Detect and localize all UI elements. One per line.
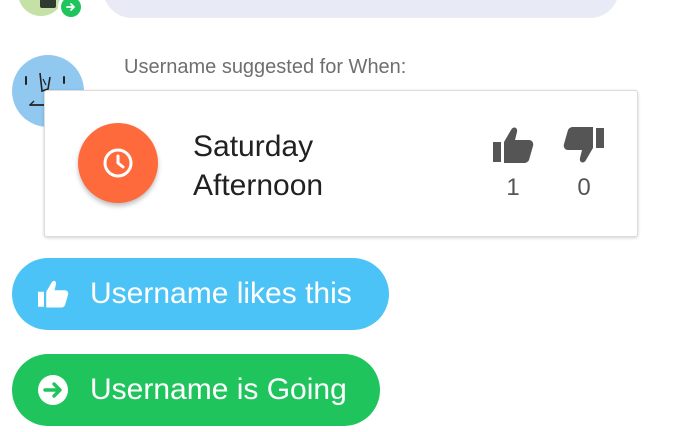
- likes-activity-pill[interactable]: Username likes this: [12, 258, 389, 330]
- downvote-count: 0: [577, 174, 591, 201]
- going-label: Username is Going: [90, 373, 347, 406]
- thumbs-up-icon: [493, 127, 534, 163]
- downvote-button[interactable]: 0: [562, 125, 606, 202]
- going-badge: [58, 0, 84, 20]
- arrow-right-circle-icon: [34, 371, 72, 409]
- activity-feed: ★ Username suggested for When: Saturday …: [0, 0, 690, 432]
- suggestion-card[interactable]: Saturday Afternoon 1 0: [44, 90, 638, 237]
- previous-message-bubble[interactable]: [103, 0, 619, 18]
- arrow-right-circle-icon: [61, 0, 81, 17]
- upvote-count: 1: [506, 174, 520, 201]
- going-activity-pill[interactable]: Username is Going: [12, 354, 380, 426]
- previous-avatar-detail: [40, 0, 56, 8]
- thumbs-up-icon: [34, 275, 72, 313]
- upvote-button[interactable]: 1: [491, 125, 535, 202]
- option-title: Saturday Afternoon: [193, 130, 324, 202]
- likes-label: Username likes this: [90, 277, 352, 310]
- thumbs-down-icon: [563, 127, 604, 163]
- clock-icon: [78, 123, 158, 203]
- suggestion-label: Username suggested for When:: [124, 56, 407, 78]
